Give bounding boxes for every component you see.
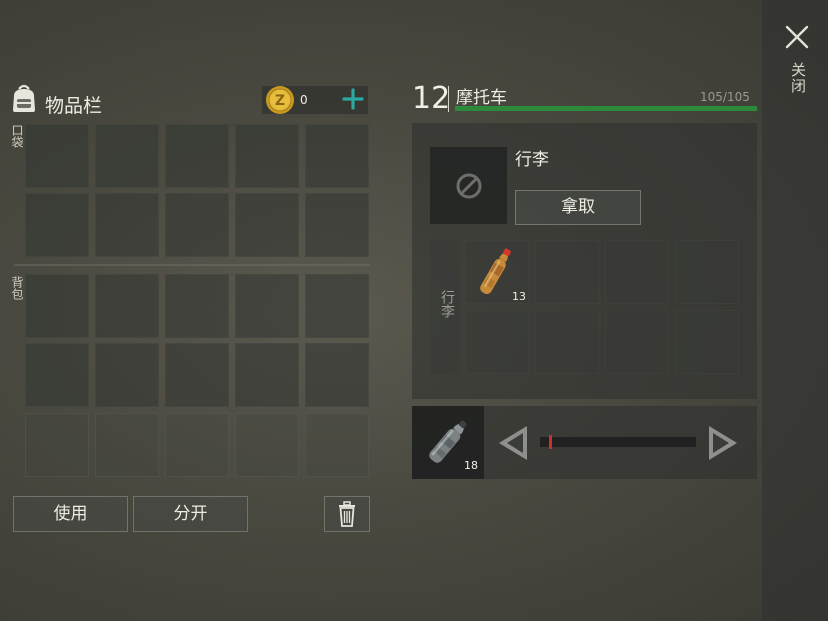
luggage-slot[interactable] xyxy=(605,240,669,304)
backpack-icon xyxy=(13,84,35,112)
trash-icon xyxy=(339,501,355,527)
luggage-title: 行李 xyxy=(515,150,549,170)
coin-icon: Z xyxy=(266,86,294,114)
luggage-slot[interactable] xyxy=(535,240,599,304)
svg-text:Z: Z xyxy=(275,93,285,109)
luggage-slot[interactable] xyxy=(675,310,739,374)
split-button[interactable]: 分开 xyxy=(133,496,248,532)
pocket-slot[interactable] xyxy=(95,193,159,257)
coin-count: 0 xyxy=(300,93,308,107)
backpack-label: 背包 xyxy=(10,276,24,300)
backpack-slot[interactable] xyxy=(25,343,89,407)
increase-arrow-button[interactable] xyxy=(706,424,740,462)
take-button[interactable]: 拿取 xyxy=(515,190,641,225)
add-coins-button[interactable] xyxy=(342,88,364,110)
fuel-slider-handle[interactable] xyxy=(549,435,553,449)
luggage-slot[interactable] xyxy=(535,310,599,374)
backpack-slot-locked xyxy=(305,413,369,477)
unavailable-icon xyxy=(456,173,482,199)
pocket-label: 口袋 xyxy=(10,124,24,148)
vehicle-level: 12 xyxy=(412,81,451,116)
backpack-slot[interactable] xyxy=(235,343,299,407)
backpack-slot[interactable] xyxy=(95,274,159,338)
backpack-slot-locked xyxy=(165,413,229,477)
pocket-slot[interactable] xyxy=(305,193,369,257)
pocket-slot[interactable] xyxy=(25,124,89,188)
fuel-slider-track[interactable] xyxy=(540,437,696,447)
backpack-slot[interactable] xyxy=(165,274,229,338)
pocket-slot[interactable] xyxy=(165,124,229,188)
decrease-arrow-button[interactable] xyxy=(496,424,530,462)
header-separator xyxy=(448,86,449,112)
backpack-slot[interactable] xyxy=(235,274,299,338)
trash-button[interactable] xyxy=(324,496,370,532)
pocket-slot[interactable] xyxy=(235,124,299,188)
luggage-slot[interactable] xyxy=(675,240,739,304)
vehicle-name: 摩托车 xyxy=(456,88,507,108)
section-divider xyxy=(14,264,370,266)
close-icon[interactable] xyxy=(784,24,810,50)
pocket-slot[interactable] xyxy=(165,193,229,257)
vehicle-durability-bar xyxy=(455,106,757,111)
pocket-slot[interactable] xyxy=(95,124,159,188)
backpack-slot-locked xyxy=(95,413,159,477)
luggage-slot[interactable] xyxy=(605,310,669,374)
inventory-title: 物品栏 xyxy=(45,95,103,117)
backpack-slot[interactable] xyxy=(25,274,89,338)
backpack-slot[interactable] xyxy=(305,274,369,338)
item-count: 13 xyxy=(512,290,526,303)
backpack-slot[interactable] xyxy=(165,343,229,407)
pocket-slot[interactable] xyxy=(305,124,369,188)
close-label[interactable]: 关闭 xyxy=(786,62,807,94)
backpack-slot-locked xyxy=(25,413,89,477)
pocket-slot[interactable] xyxy=(25,193,89,257)
backpack-slot-locked xyxy=(235,413,299,477)
luggage-slot[interactable] xyxy=(465,310,529,374)
tab-luggage-label: 行李 xyxy=(439,290,455,318)
backpack-slot[interactable] xyxy=(305,343,369,407)
pocket-slot[interactable] xyxy=(235,193,299,257)
fuel-item-count: 18 xyxy=(464,459,478,472)
backpack-slot[interactable] xyxy=(95,343,159,407)
use-button[interactable]: 使用 xyxy=(13,496,128,532)
vehicle-durability-text: 105/105 xyxy=(700,90,750,104)
